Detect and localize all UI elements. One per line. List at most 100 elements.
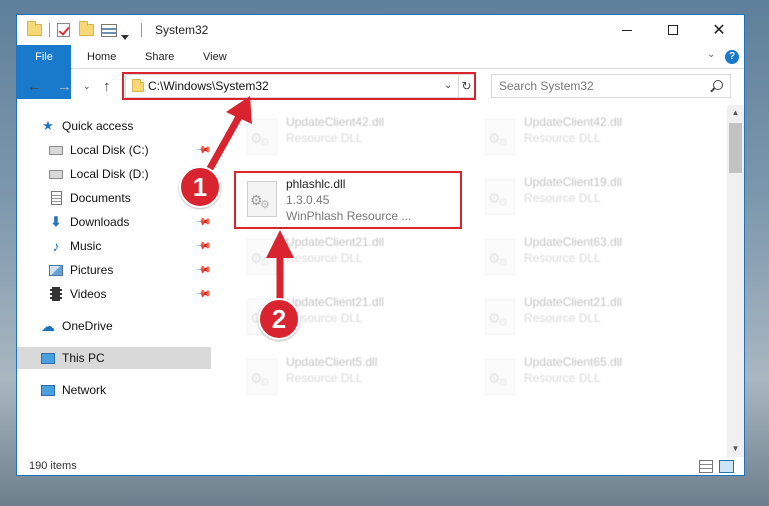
help-icon[interactable]: ?: [725, 50, 739, 64]
file-item[interactable]: UpdateClient63.dll Resource DLL: [473, 229, 699, 283]
properties-list-icon: [101, 23, 117, 37]
pictures-icon: [49, 263, 63, 277]
sidebar-item-downloads[interactable]: ⬇ Downloads 📌: [17, 211, 212, 233]
file-item[interactable]: UpdateClient21.dll Resource DLL: [235, 229, 461, 283]
file-item[interactable]: UpdateClient42.dll Resource DLL: [235, 109, 461, 163]
file-name: UpdateClient42.dll: [286, 115, 385, 129]
pin-icon: 📌: [194, 141, 212, 159]
file-name: UpdateClient65.dll: [524, 355, 623, 369]
tab-view[interactable]: View: [203, 45, 227, 69]
sidebar-item-this-pc[interactable]: This PC: [17, 347, 211, 369]
videos-icon: [49, 287, 63, 301]
vertical-scrollbar[interactable]: ▲ ▼: [727, 105, 744, 457]
sidebar-item-label: Network: [62, 383, 107, 397]
network-icon: [41, 383, 55, 397]
file-item[interactable]: UpdateClient65.dll Resource DLL: [473, 349, 699, 403]
scroll-up-icon[interactable]: ▲: [727, 105, 744, 121]
sidebar-item-local-disk-c[interactable]: Local Disk (C:) 📌: [17, 139, 212, 161]
window-title: System32: [155, 23, 209, 37]
properties-button[interactable]: [57, 21, 70, 39]
file-name: UpdateClient21.dll: [286, 295, 385, 309]
properties-check-icon: [57, 23, 70, 37]
sidebar-item-label: Music: [70, 239, 102, 253]
search-icon: [713, 80, 723, 90]
ribbon-tabs: File Home Share View ⌄ ?: [17, 45, 744, 99]
scroll-down-icon[interactable]: ▼: [727, 441, 744, 457]
expand-ribbon-button[interactable]: ⌄: [707, 49, 715, 60]
dll-file-icon: [485, 239, 515, 275]
up-button[interactable]: ↑: [103, 78, 111, 95]
file-name: UpdateClient19.dll: [524, 175, 623, 189]
pin-icon: 📌: [194, 213, 212, 231]
dll-file-icon: [485, 359, 515, 395]
divider: [141, 23, 142, 37]
dll-file-icon: [485, 299, 515, 335]
sidebar-item-network[interactable]: Network: [17, 379, 211, 401]
forward-button[interactable]: →: [57, 78, 72, 95]
close-button[interactable]: ✕: [696, 15, 742, 45]
tab-share[interactable]: Share: [145, 45, 174, 69]
sidebar-item-label: Local Disk (C:): [70, 143, 149, 157]
file-name: UpdateClient63.dll: [524, 235, 623, 249]
address-bar-highlight: [122, 72, 476, 100]
item-count: 190 items: [29, 460, 77, 472]
large-icons-view-icon[interactable]: [719, 460, 734, 473]
step-2-badge: 2: [258, 298, 300, 340]
sidebar-item-label: Local Disk (D:): [70, 167, 149, 181]
minimize-icon: [622, 29, 632, 31]
sidebar-item-label: This PC: [62, 351, 105, 365]
minimize-button[interactable]: [604, 15, 650, 45]
file-description: Resource DLL: [524, 311, 601, 325]
documents-icon: [49, 191, 63, 205]
title-bar: System32 ✕: [17, 15, 744, 45]
maximize-button[interactable]: [650, 15, 696, 45]
close-icon: ✕: [712, 22, 726, 39]
sidebar-item-label: Downloads: [70, 215, 130, 229]
file-description: Resource DLL: [524, 191, 601, 205]
sidebar-item-videos[interactable]: Videos 📌: [17, 283, 212, 305]
sidebar-item-label: Pictures: [70, 263, 114, 277]
file-description: Resource DLL: [524, 251, 601, 265]
downloads-icon: ⬇: [50, 214, 62, 229]
file-item[interactable]: UpdateClient21.dll Resource DLL: [473, 289, 699, 343]
search-box[interactable]: Search System32: [491, 74, 731, 98]
file-description: Resource DLL: [286, 131, 363, 145]
file-item[interactable]: UpdateClient42.dll Resource DLL: [473, 109, 699, 163]
file-name: UpdateClient21.dll: [286, 235, 385, 249]
disk-icon: [49, 167, 63, 181]
sidebar-item-label: Videos: [70, 287, 107, 301]
recent-locations-button[interactable]: ⌄: [83, 81, 91, 92]
pin-icon: 📌: [194, 237, 212, 255]
sidebar-item-onedrive[interactable]: ☁ OneDrive: [17, 315, 211, 337]
dll-file-icon: [247, 119, 277, 155]
details-view-icon[interactable]: [699, 460, 713, 473]
sidebar-item-label: Quick access: [62, 119, 134, 133]
chevron-down-icon: [121, 34, 129, 40]
back-button[interactable]: ←: [27, 78, 42, 95]
dll-file-icon: [485, 179, 515, 215]
sidebar-item-music[interactable]: ♪ Music 📌: [17, 235, 212, 257]
search-input[interactable]: Search System32: [499, 79, 594, 93]
sidebar-item-label: OneDrive: [62, 319, 113, 333]
pin-icon: 📌: [194, 261, 212, 279]
dll-file-icon: [247, 359, 277, 395]
scrollbar-thumb[interactable]: [729, 123, 742, 173]
new-folder-button[interactable]: [79, 21, 94, 39]
file-list: UpdateClient42.dll Resource DLL phlashlc…: [211, 105, 731, 455]
tab-home[interactable]: Home: [87, 45, 116, 69]
file-description: Resource DLL: [524, 371, 601, 385]
pin-icon: 📌: [194, 285, 212, 303]
onedrive-icon: ☁: [41, 317, 55, 334]
folder-icon: [27, 21, 42, 36]
sidebar-item-quick-access[interactable]: ★ Quick access: [17, 115, 211, 137]
quick-access-dropdown[interactable]: [121, 28, 129, 46]
sidebar-item-label: Documents: [70, 191, 131, 205]
customize-button[interactable]: [101, 21, 117, 39]
this-pc-icon: [41, 351, 55, 365]
sidebar-item-pictures[interactable]: Pictures 📌: [17, 259, 212, 281]
status-bar: 190 items: [17, 457, 744, 477]
file-description: Resource DLL: [524, 131, 601, 145]
file-item[interactable]: UpdateClient5.dll Resource DLL: [235, 349, 461, 403]
file-name: UpdateClient5.dll: [286, 355, 378, 369]
file-item[interactable]: UpdateClient19.dll Resource DLL: [473, 169, 699, 223]
